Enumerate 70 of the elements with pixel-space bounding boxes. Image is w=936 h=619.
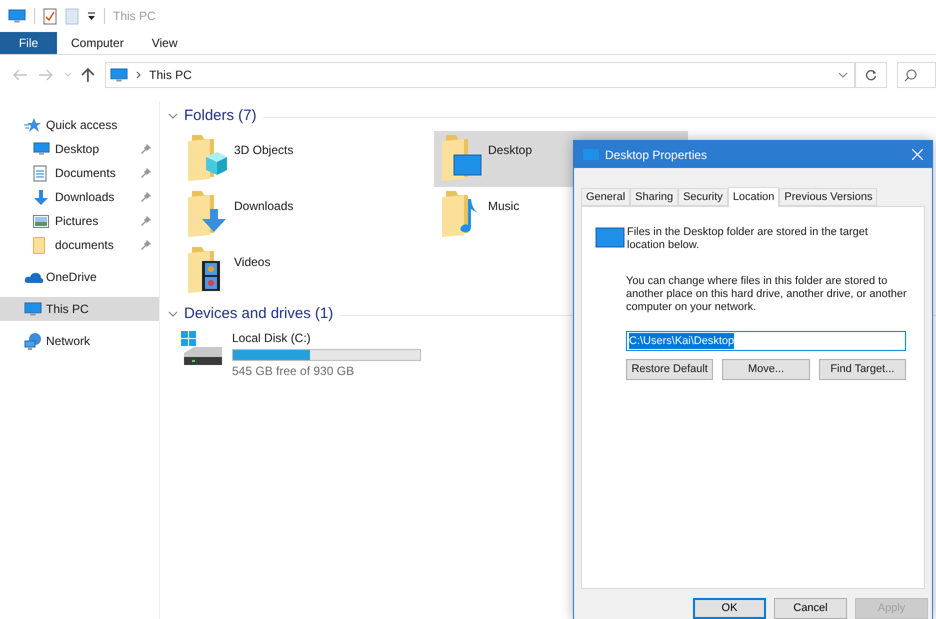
- chevron-icon[interactable]: [838, 72, 848, 78]
- location-description: You can change where files in this folder are stored to another place on this hard drive, another drive, or another computer on your network.: [626, 274, 908, 314]
- sidebar-label: Downloads: [55, 189, 116, 206]
- checklist-document-icon[interactable]: [43, 8, 57, 24]
- target-path: C:\Users\Kai\Desktop: [629, 332, 734, 350]
- close-icon: [912, 149, 922, 160]
- sidebar-label: Pictures: [55, 213, 100, 230]
- dialog-tab[interactable]: Sharing: [630, 188, 678, 206]
- folder-name: Desktop: [488, 142, 532, 159]
- address-path: This PC: [149, 67, 192, 84]
- sidebar-label: This PC: [46, 301, 90, 318]
- sidebar-item[interactable]: documents: [0, 233, 159, 257]
- dialog-tab[interactable]: Previous Versions: [779, 188, 878, 206]
- dropdown-arrow-icon[interactable]: [87, 12, 96, 20]
- address-field[interactable]: This PC: [105, 62, 856, 88]
- group-heading[interactable]: Folders (7): [184, 104, 257, 128]
- refresh-icon: [864, 69, 877, 81]
- sidebar-label: OneDrive: [46, 269, 98, 286]
- ribbon-tab[interactable]: View: [138, 32, 192, 54]
- target-path-field[interactable]: C:\Users\Kai\Desktop: [626, 330, 906, 351]
- group-heading[interactable]: Devices and drives (1): [184, 302, 334, 326]
- dialog-tab[interactable]: Location: [728, 186, 780, 207]
- folder-name: Videos: [234, 254, 270, 271]
- folder-name: Music: [488, 198, 520, 215]
- document-icon: [33, 164, 47, 182]
- search-icon: [904, 68, 917, 82]
- chevron-icon[interactable]: [168, 112, 178, 120]
- sidebar-label: Desktop: [55, 141, 100, 158]
- folder-tile[interactable]: 3D Objects: [180, 131, 434, 187]
- location-intro: Files in the Desktop folder are stored in the target location below.: [627, 226, 869, 252]
- dialog-tab[interactable]: Security: [678, 188, 728, 206]
- folder-name: Downloads: [234, 198, 294, 215]
- dialog-button[interactable]: Cancel: [774, 598, 847, 619]
- sidebar-item[interactable]: Quick access: [0, 113, 159, 137]
- network-icon: [24, 332, 42, 350]
- search-field[interactable]: [896, 62, 936, 88]
- folder-tile[interactable]: Videos: [180, 243, 434, 299]
- drive-tile[interactable]: Local Disk (C:) 545 GB free of 930 GB: [168, 327, 428, 380]
- dialog-button[interactable]: OK: [693, 598, 766, 619]
- sidebar-label: Network: [46, 333, 92, 350]
- sidebar-item[interactable]: Pictures: [0, 209, 159, 233]
- download-arrow-icon: [33, 188, 49, 206]
- path-button[interactable]: Find Target...: [818, 358, 906, 380]
- pictures-icon: [33, 214, 49, 228]
- folder-name: 3D Objects: [234, 142, 294, 159]
- dialog-tab[interactable]: General: [581, 188, 630, 206]
- file-tab[interactable]: File: [0, 32, 57, 54]
- path-button[interactable]: Move...: [722, 358, 810, 380]
- window-title: This PC: [113, 8, 156, 25]
- sidebar-item[interactable]: Documents: [0, 161, 159, 185]
- cloud-icon: [24, 271, 44, 283]
- up-arrow-icon[interactable]: [81, 67, 96, 83]
- sidebar-label: documents: [55, 237, 115, 254]
- folder-tile[interactable]: Downloads: [180, 187, 434, 243]
- sidebar-item[interactable]: OneDrive: [0, 265, 159, 289]
- star-icon: [24, 117, 42, 133]
- chevron-icon[interactable]: [168, 310, 178, 318]
- sidebar-item[interactable]: Network: [0, 329, 159, 353]
- path-button[interactable]: Restore Default: [626, 358, 714, 380]
- sidebar-item[interactable]: Desktop: [0, 137, 159, 161]
- sidebar-label: Documents: [55, 165, 117, 182]
- drive-name: Local Disk (C:): [232, 330, 312, 347]
- refresh-button[interactable]: [855, 62, 887, 88]
- sidebar-label: Quick access: [46, 117, 118, 134]
- hard-drive-icon: [180, 329, 224, 367]
- drive-free-space: 545 GB free of 930 GB: [232, 363, 356, 380]
- folder-icon: [33, 236, 45, 254]
- sidebar-item[interactable]: Downloads: [0, 185, 159, 209]
- ribbon-tab[interactable]: Computer: [57, 32, 138, 54]
- sidebar-item[interactable]: This PC: [0, 297, 159, 321]
